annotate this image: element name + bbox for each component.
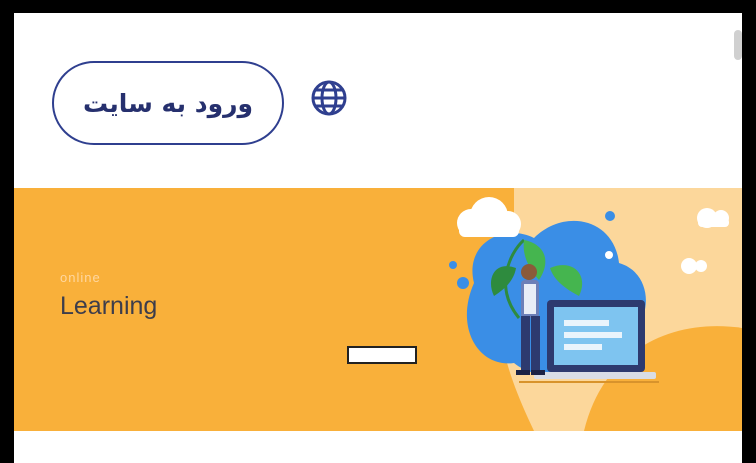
login-button[interactable]: ورود به سایت: [52, 61, 284, 145]
banner-cta-button[interactable]: [347, 346, 417, 364]
site-header: ورود به سایت: [14, 13, 742, 188]
mobile-viewport: ورود به سایت online Learning: [14, 13, 742, 463]
banner-title: Learning: [60, 292, 158, 320]
content-area: [14, 431, 742, 463]
scrollbar-thumb[interactable]: [734, 30, 742, 60]
login-button-label: ورود به سایت: [82, 88, 254, 118]
globe-icon[interactable]: [310, 79, 348, 117]
screen-frame: ورود به سایت online Learning: [0, 0, 756, 463]
banner-eyebrow: online: [60, 270, 101, 285]
globe-icon-graphic: [311, 80, 347, 116]
hero-banner: online Learning: [14, 188, 742, 431]
online-learning-illustration: [449, 188, 742, 431]
